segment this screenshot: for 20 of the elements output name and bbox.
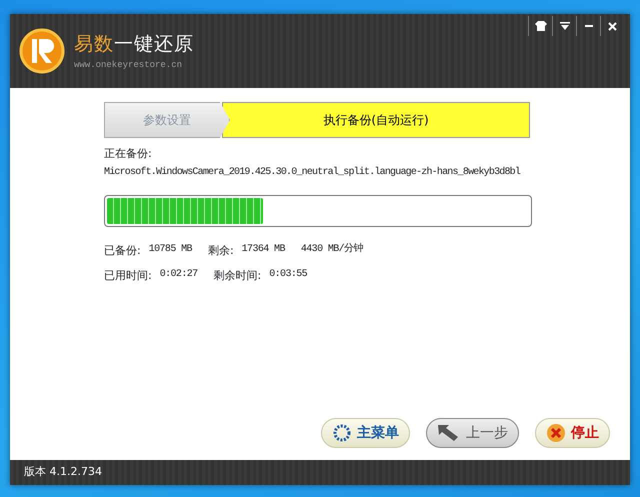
menu-button[interactable]: 主菜单 — [321, 418, 410, 448]
status-label: 正在备份: — [104, 146, 153, 162]
file-name: Microsoft.WindowsCamera_2019.425.30.0_neutral_split.language-zh-hans_8wekyb3d8bl — [104, 166, 522, 178]
time-label: 剩余时间: — [214, 268, 262, 284]
arrow-icon — [437, 424, 461, 442]
stop-button[interactable]: 停止 — [535, 418, 610, 448]
stat-value: 4430 MB/分钟 — [300, 243, 363, 257]
website-url: www.onekeyrestore.cn — [74, 58, 184, 72]
time-value: 0:03:55 — [269, 268, 308, 282]
time-value: 0:02:27 — [160, 268, 198, 282]
stat-label: 剩余: — [208, 243, 234, 259]
stat-value: 17364 MB — [242, 243, 285, 257]
version-label: 版本 4.1.2.734 — [24, 464, 102, 480]
stop-icon — [546, 423, 566, 443]
ring-icon — [332, 423, 352, 443]
stat-label: 已备份: — [104, 243, 141, 259]
time-label: 已用时间: — [104, 268, 152, 284]
app-title: 易数一键还原 — [74, 32, 194, 57]
stat-value: 10785 MB — [148, 243, 192, 257]
logo-icon — [18, 27, 66, 75]
